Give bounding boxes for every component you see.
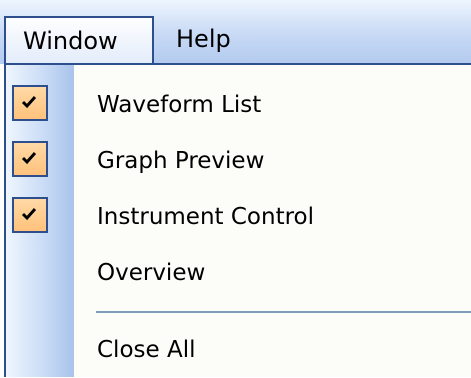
menu-item-label: Instrument Control	[97, 204, 314, 230]
menu-item-waveform-list[interactable]: Waveform List	[6, 77, 471, 133]
checkmark-icon	[12, 141, 48, 177]
menu-item-overview[interactable]: Overview	[6, 245, 471, 301]
menu-item-graph-preview[interactable]: Graph Preview	[6, 133, 471, 189]
menu-item-label: Close All	[97, 337, 196, 363]
menu-help-label: Help	[176, 25, 231, 53]
checkmark-icon	[12, 197, 48, 233]
window-menu-dropdown: Waveform List Graph Preview Instrument C…	[4, 63, 471, 377]
menu-item-close-all[interactable]: Close All	[6, 322, 471, 378]
menu-item-instrument-control[interactable]: Instrument Control	[6, 189, 471, 245]
menu-separator	[96, 311, 471, 313]
menu-item-label: Graph Preview	[97, 148, 265, 174]
menu-window[interactable]: Window	[4, 16, 154, 64]
menu-help[interactable]: Help	[162, 16, 262, 64]
checkmark-icon	[12, 85, 48, 121]
menu-window-label: Window	[23, 27, 118, 55]
menu-item-label: Overview	[97, 260, 206, 286]
menu-bar: Window Help	[0, 0, 471, 64]
menu-item-label: Waveform List	[97, 92, 262, 118]
